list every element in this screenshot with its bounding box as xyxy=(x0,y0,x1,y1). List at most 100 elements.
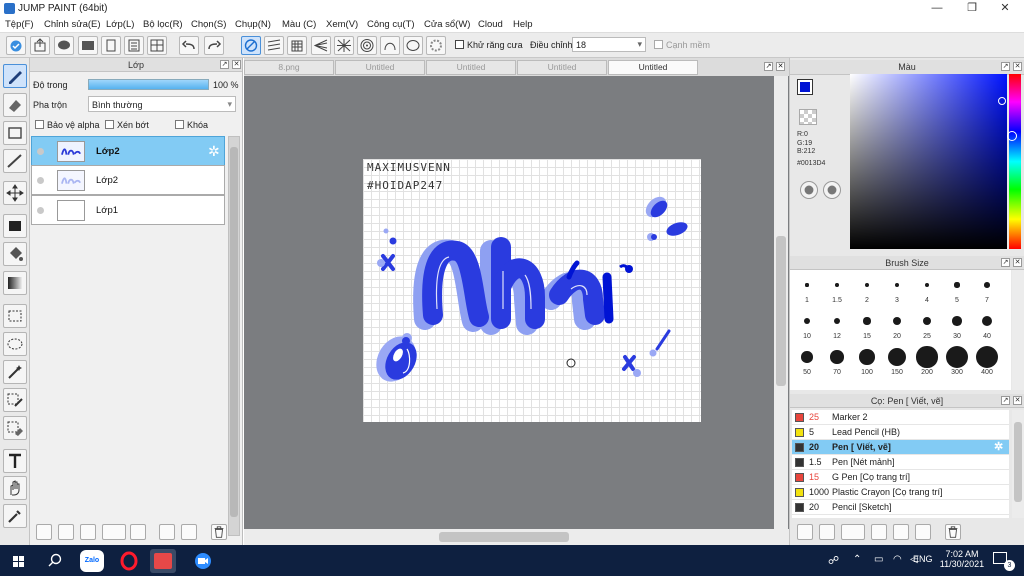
layer-row[interactable]: Lớp2 xyxy=(31,165,225,195)
gear-icon[interactable]: ✲ xyxy=(208,143,220,160)
document-tab[interactable]: 8.png xyxy=(244,60,334,75)
foreground-color-swatch[interactable] xyxy=(797,79,813,95)
add-layer-menu-button[interactable] xyxy=(102,524,126,540)
minimize-button[interactable]: — xyxy=(920,0,954,17)
pen-tool[interactable] xyxy=(3,64,27,88)
scrollbar-thumb[interactable] xyxy=(776,236,786,386)
menu-capture[interactable]: Chụp(N) xyxy=(235,19,271,30)
scrollbar-thumb[interactable] xyxy=(439,532,569,542)
brush-list-scrollbar[interactable] xyxy=(1012,410,1024,518)
brush-size-cell[interactable]: 2 xyxy=(852,272,882,306)
panel-float-icon[interactable]: ↗ xyxy=(220,60,229,69)
parallel-ruler-button[interactable] xyxy=(264,36,284,55)
battery-icon[interactable]: ▭ xyxy=(874,554,883,565)
brush-list-item[interactable]: 5 Lead Pencil (HB) xyxy=(792,425,1009,440)
clock[interactable]: 7:02 AM 11/30/2021 xyxy=(938,549,986,569)
maximize-button[interactable]: ❐ xyxy=(955,0,989,17)
rectangle-tool[interactable] xyxy=(3,121,27,145)
fill-rect-tool[interactable] xyxy=(3,214,27,238)
tab-float-icon[interactable]: ↗ xyxy=(764,62,773,71)
horizontal-scrollbar[interactable] xyxy=(244,529,789,545)
select-rect-tool[interactable] xyxy=(3,304,27,328)
brush-duplicate-button[interactable] xyxy=(915,524,931,540)
brush-size-cell[interactable]: 1.5 xyxy=(822,272,852,306)
brush-size-cell[interactable]: 4 xyxy=(912,272,942,306)
grid-ruler-button[interactable] xyxy=(287,36,307,55)
start-button[interactable] xyxy=(6,549,32,573)
brush-size-scrollbar[interactable] xyxy=(1012,270,1024,390)
scrollbar-thumb[interactable] xyxy=(230,147,238,517)
panel-close-icon[interactable]: ✕ xyxy=(1013,62,1022,71)
brush-settings-button[interactable] xyxy=(871,524,887,540)
layer-scrollbar[interactable] xyxy=(228,136,240,536)
new-halftone-layer-button[interactable] xyxy=(58,524,74,540)
eraser-tool[interactable] xyxy=(3,93,27,117)
brush-size-cell[interactable]: 7 xyxy=(972,272,1002,306)
blend-mode-dropdown[interactable]: Bình thường ▾ xyxy=(88,96,236,112)
menu-file[interactable]: Tệp(F) xyxy=(5,19,34,30)
brush-size-cell[interactable]: 20 xyxy=(882,308,912,342)
delete-layer-button[interactable] xyxy=(211,524,227,540)
brush-size-cell[interactable]: 400 xyxy=(972,344,1002,378)
soft-edge-checkbox[interactable]: Cạnh mềm xyxy=(654,40,710,50)
brush-size-cell[interactable]: 200 xyxy=(912,344,942,378)
jump-paint-app-button[interactable] xyxy=(150,549,176,573)
brush-list-item[interactable]: 25 Marker 2 xyxy=(792,410,1009,425)
brush-delete-button[interactable] xyxy=(945,524,961,540)
visibility-icon[interactable] xyxy=(37,177,44,184)
merge-layer-button[interactable] xyxy=(181,524,197,540)
hue-handle[interactable] xyxy=(1007,131,1017,141)
move-tool[interactable] xyxy=(3,181,27,205)
scrollbar-thumb[interactable] xyxy=(1014,422,1022,502)
gradient-tool[interactable] xyxy=(3,271,27,295)
brush-size-cell[interactable]: 70 xyxy=(822,344,852,378)
perspective-ruler-button[interactable] xyxy=(311,36,331,55)
export-button[interactable] xyxy=(30,36,50,55)
menu-select[interactable]: Chọn(S) xyxy=(191,19,226,30)
undo-button[interactable] xyxy=(179,36,199,55)
comment-button[interactable] xyxy=(54,36,74,55)
brush-list-item[interactable]: 15 G Pen [Cọ trang trí] xyxy=(792,470,1009,485)
panel-float-icon[interactable]: ↗ xyxy=(1001,396,1010,405)
select-pen-tool[interactable] xyxy=(3,388,27,412)
close-button[interactable]: ✕ xyxy=(988,0,1022,17)
tab-close-icon[interactable]: ✕ xyxy=(776,62,785,71)
chevron-up-icon[interactable]: ⌃ xyxy=(853,554,861,565)
transparent-color-swatch[interactable] xyxy=(799,109,817,125)
ruler-settings-button[interactable] xyxy=(426,36,446,55)
opacity-slider[interactable] xyxy=(88,79,209,90)
color-picker-handle[interactable] xyxy=(998,97,1006,105)
brush-folder-button[interactable] xyxy=(893,524,909,540)
menu-help[interactable]: Help xyxy=(513,19,533,30)
opera-app-button[interactable] xyxy=(116,549,142,573)
brush-size-cell[interactable]: 5 xyxy=(942,272,972,306)
palette-button[interactable] xyxy=(800,181,818,199)
panel-float-icon[interactable]: ↗ xyxy=(1001,62,1010,71)
textbox-button[interactable] xyxy=(78,36,98,55)
brush-size-cell[interactable]: 30 xyxy=(942,308,972,342)
frames-button[interactable] xyxy=(147,36,167,55)
menu-tools[interactable]: Công cụ(T) xyxy=(367,19,415,30)
brush-size-cell[interactable]: 12 xyxy=(822,308,852,342)
brush-list-item[interactable]: 20 Pencil [Sketch] xyxy=(792,500,1009,515)
text-tool[interactable] xyxy=(3,449,27,473)
magic-wand-tool[interactable] xyxy=(3,360,27,384)
panel-close-icon[interactable]: ✕ xyxy=(1013,396,1022,405)
concentric-ruler-button[interactable] xyxy=(357,36,377,55)
document-tab[interactable]: Untitled xyxy=(517,60,607,75)
lock-checkbox[interactable]: Khóa xyxy=(175,120,208,130)
saturation-value-picker[interactable] xyxy=(850,74,1007,249)
select-eraser-tool[interactable] xyxy=(3,416,27,440)
brush-size-cell[interactable]: 15 xyxy=(852,308,882,342)
document-tab[interactable]: Untitled xyxy=(426,60,516,75)
hue-slider[interactable] xyxy=(1007,74,1021,249)
brush-list-item[interactable]: 1.5 Pen [Nét mảnh] xyxy=(792,455,1009,470)
gear-icon[interactable]: ✲ xyxy=(994,440,1003,453)
bucket-tool[interactable] xyxy=(3,242,27,266)
brush-size-cell[interactable]: 40 xyxy=(972,308,1002,342)
layer-row[interactable]: Lớp1 xyxy=(31,195,225,225)
brush-list-item[interactable]: 1000 Plastic Crayon [Cọ trang trí] xyxy=(792,485,1009,500)
lasso-tool[interactable] xyxy=(3,332,27,356)
page-list-button[interactable] xyxy=(124,36,144,55)
brush-size-cell[interactable]: 300 xyxy=(942,344,972,378)
